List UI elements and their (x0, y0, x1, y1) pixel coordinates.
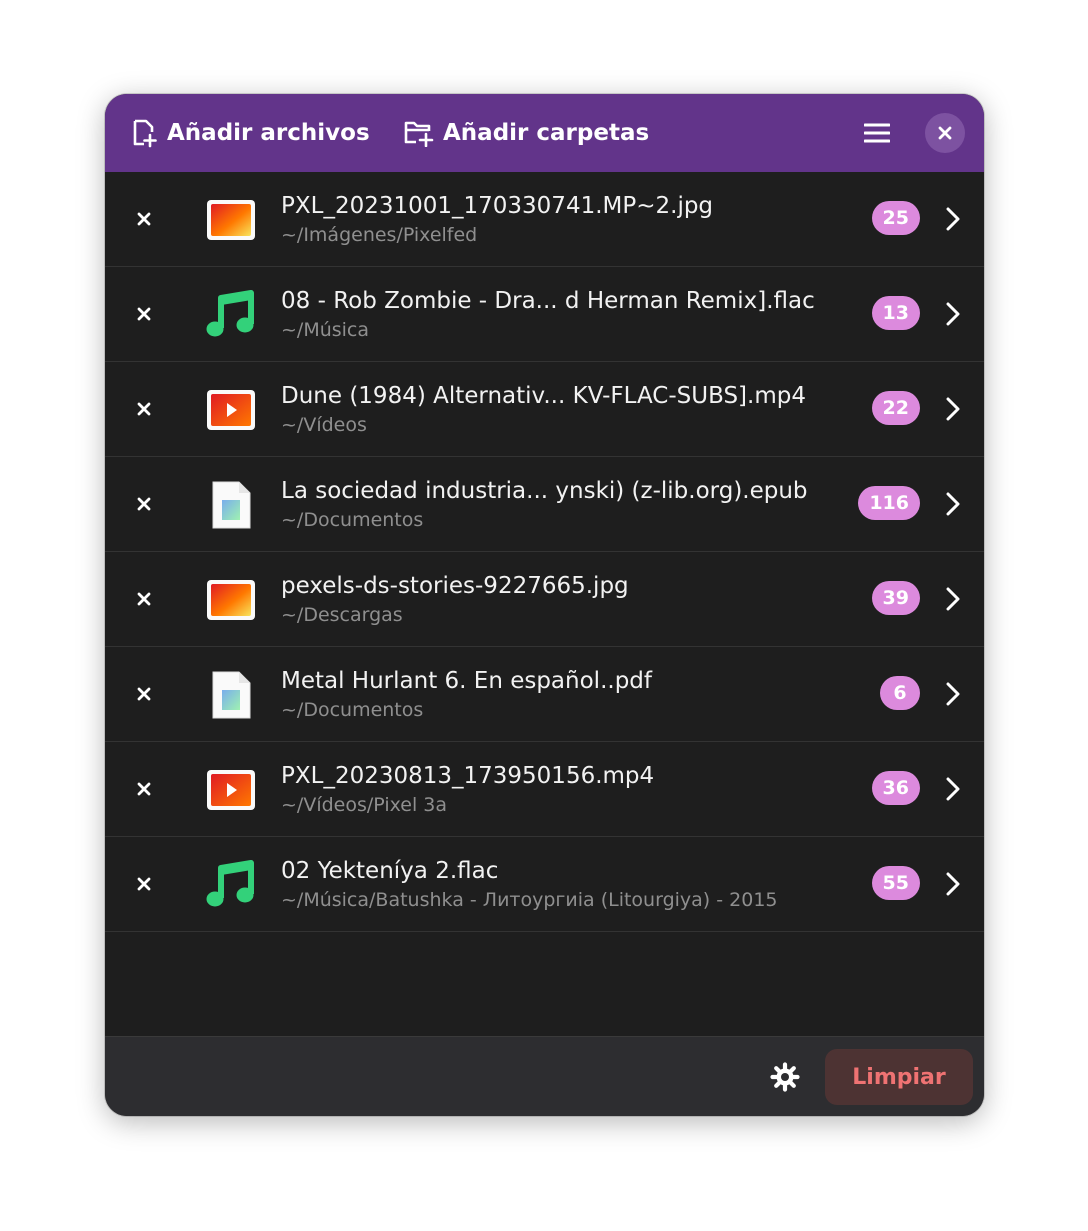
file-name: PXL_20231001_170330741.MP~2.jpg (281, 193, 714, 219)
file-name: 08 - Rob Zombie - Dra... d Herman Remix]… (281, 288, 815, 314)
file-path: ~/Documentos (281, 509, 424, 531)
file-name: La sociedad industria... ynski) (z-lib.o… (281, 478, 808, 504)
remove-file-button[interactable] (127, 582, 161, 616)
list-item: PXL_20231001_170330741.MP~2.jpg ~/Imágen… (105, 172, 984, 267)
chevron-right-icon (946, 587, 960, 611)
chevron-right-icon (946, 682, 960, 706)
file-path: ~/Imágenes/Pixelfed (281, 224, 478, 246)
chevron-right-icon (946, 302, 960, 326)
document-icon (205, 479, 257, 531)
close-icon (137, 497, 151, 511)
count-badge: 25 (871, 201, 920, 235)
list-item: 08 - Rob Zombie - Dra... d Herman Remix]… (105, 267, 984, 362)
remove-file-button[interactable] (127, 772, 161, 806)
close-icon (938, 126, 952, 140)
music-icon (205, 859, 257, 911)
video-icon (205, 384, 257, 436)
count-badge: 13 (871, 296, 920, 330)
count-badge: 116 (858, 486, 920, 520)
remove-file-button[interactable] (127, 297, 161, 331)
clear-button[interactable]: Limpiar (825, 1049, 973, 1105)
file-path: ~/Música (281, 319, 370, 341)
file-path: ~/Documentos (281, 699, 424, 721)
remove-file-button[interactable] (127, 487, 161, 521)
music-icon (205, 289, 257, 341)
file-name: Metal Hurlant 6. En español..pdf (281, 668, 652, 694)
open-details-button[interactable] (941, 677, 965, 711)
list-item: La sociedad industria... ynski) (z-lib.o… (105, 457, 984, 552)
image-icon (205, 194, 257, 246)
list-item: pexels-ds-stories-9227665.jpg ~/Descarga… (105, 552, 984, 647)
open-details-button[interactable] (941, 297, 965, 331)
footer-bar: Limpiar (105, 1036, 984, 1116)
count-badge: 36 (871, 771, 920, 805)
open-details-button[interactable] (941, 202, 965, 236)
add-folders-button[interactable]: Añadir carpetas (403, 112, 649, 154)
open-details-button[interactable] (941, 392, 965, 426)
file-path: ~/Vídeos (281, 414, 367, 436)
close-icon (137, 877, 151, 891)
main-menu-button[interactable] (857, 116, 897, 150)
file-path: ~/Descargas (281, 604, 403, 626)
add-files-label: Añadir archivos (167, 120, 370, 146)
remove-file-button[interactable] (127, 202, 161, 236)
close-icon (137, 782, 151, 796)
document-icon (205, 669, 257, 721)
list-item: PXL_20230813_173950156.mp4 ~/Vídeos/Pixe… (105, 742, 984, 837)
header-bar: Añadir archivos Añadir carpetas (105, 94, 984, 172)
file-path: ~/Vídeos/Pixel 3a (281, 794, 447, 816)
count-badge: 55 (871, 866, 920, 900)
add-file-icon (133, 119, 157, 148)
chevron-right-icon (946, 207, 960, 231)
count-badge: 22 (871, 391, 920, 425)
remove-file-button[interactable] (127, 867, 161, 901)
list-item: Dune (1984) Alternativ... KV-FLAC-SUBS].… (105, 362, 984, 457)
app-window: Añadir archivos Añadir carpetas PXL_2023… (105, 94, 984, 1116)
remove-file-button[interactable] (127, 392, 161, 426)
file-name: pexels-ds-stories-9227665.jpg (281, 573, 629, 599)
count-badge: 39 (871, 581, 920, 615)
chevron-right-icon (946, 397, 960, 421)
close-window-button[interactable] (925, 113, 965, 153)
image-icon (205, 574, 257, 626)
list-item: Metal Hurlant 6. En español..pdf ~/Docum… (105, 647, 984, 742)
open-details-button[interactable] (941, 867, 965, 901)
add-folder-icon (404, 121, 434, 147)
close-icon (137, 307, 151, 321)
gear-icon (770, 1062, 800, 1092)
file-name: Dune (1984) Alternativ... KV-FLAC-SUBS].… (281, 383, 806, 409)
chevron-right-icon (946, 777, 960, 801)
close-icon (137, 212, 151, 226)
add-files-button[interactable]: Añadir archivos (131, 112, 370, 154)
chevron-right-icon (946, 492, 960, 516)
add-folders-label: Añadir carpetas (443, 120, 650, 146)
video-icon (205, 764, 257, 816)
remove-file-button[interactable] (127, 677, 161, 711)
list-item: 02 Yekteníya 2.flac ~/Música/Batushka - … (105, 837, 984, 932)
open-details-button[interactable] (941, 582, 965, 616)
file-name: 02 Yekteníya 2.flac (281, 858, 499, 884)
chevron-right-icon (946, 872, 960, 896)
close-icon (137, 402, 151, 416)
file-list: PXL_20231001_170330741.MP~2.jpg ~/Imágen… (105, 172, 984, 932)
open-details-button[interactable] (941, 772, 965, 806)
count-badge: 6 (880, 676, 920, 710)
file-name: PXL_20230813_173950156.mp4 (281, 763, 655, 789)
settings-button[interactable] (767, 1059, 803, 1095)
close-icon (137, 592, 151, 606)
close-icon (137, 687, 151, 701)
open-details-button[interactable] (941, 487, 965, 521)
file-path: ~/Música/Batushka - Литоургиiа (Litourgi… (281, 889, 778, 911)
hamburger-icon (864, 123, 890, 143)
